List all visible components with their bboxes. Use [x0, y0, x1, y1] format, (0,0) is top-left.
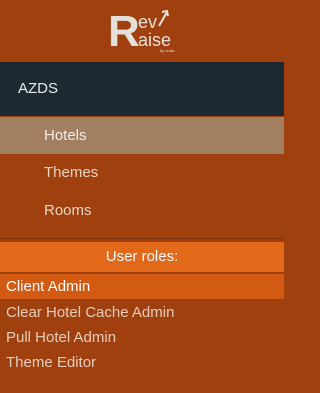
role-item-label: Pull Hotel Admin: [6, 329, 117, 346]
nav-item-label: Hotels: [44, 127, 87, 144]
logo-tagline: by onda: [160, 48, 175, 53]
roles-header-label: User roles:: [105, 248, 179, 265]
role-item-label: Clear Hotel Cache Admin: [6, 304, 175, 321]
logo-letter: R: [108, 7, 140, 54]
nav-item-label: Rooms: [44, 202, 92, 219]
roles-header: User roles:: [0, 242, 284, 272]
logo-line1: ev: [138, 12, 157, 32]
role-item-client-admin[interactable]: Client Admin: [0, 274, 284, 299]
divider: [0, 238, 284, 239]
nav-item-label: Themes: [44, 164, 99, 181]
role-item-pull-hotel-admin[interactable]: Pull Hotel Admin: [0, 325, 284, 350]
nav-item-hotels[interactable]: Hotels: [0, 117, 284, 154]
section-title: AZDS: [18, 80, 59, 97]
nav-item-themes[interactable]: Themes: [0, 154, 284, 191]
logo-area: R ev aise by onda: [0, 0, 284, 62]
revraise-logo: R ev aise by onda: [108, 7, 175, 54]
nav-item-rooms[interactable]: Rooms: [0, 192, 284, 229]
role-item-theme-editor[interactable]: Theme Editor: [0, 350, 284, 375]
section-header[interactable]: AZDS: [0, 62, 284, 116]
arrow-icon: [158, 9, 169, 27]
role-item-label: Client Admin: [6, 278, 91, 295]
logo-line2: aise: [138, 30, 171, 50]
role-item-clear-hotel-cache-admin[interactable]: Clear Hotel Cache Admin: [0, 300, 284, 325]
role-item-label: Theme Editor: [6, 354, 97, 371]
